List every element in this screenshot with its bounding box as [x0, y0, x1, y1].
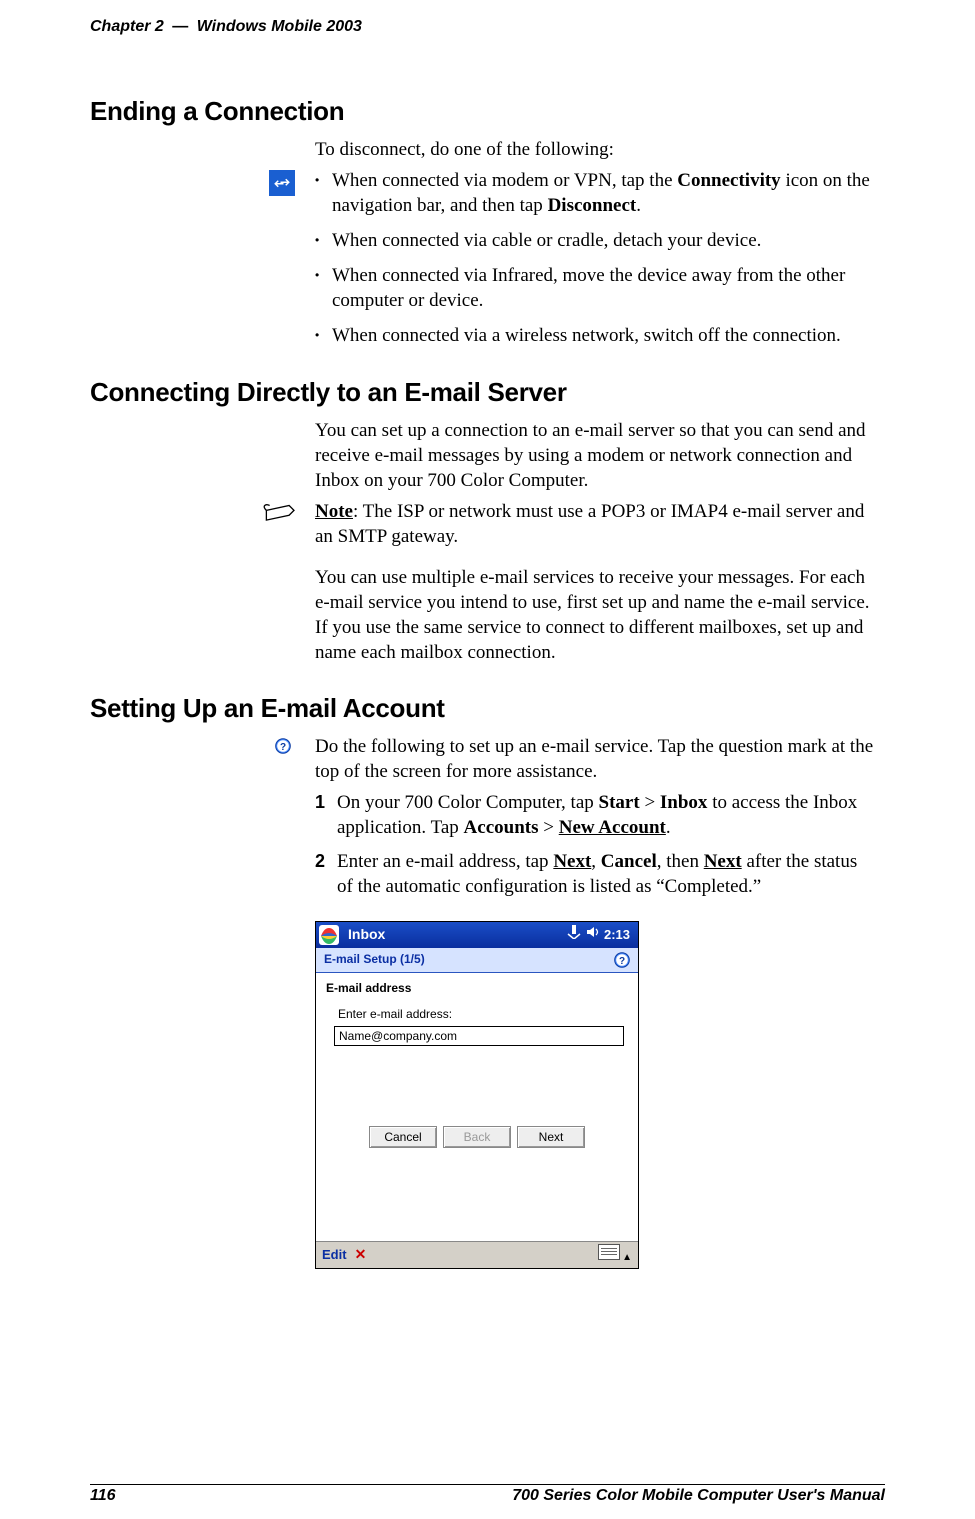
ending-bullet-2: When connected via cable or cradle, deta…	[315, 228, 875, 253]
setup-intro: Do the following to set up an e-mail ser…	[315, 734, 875, 784]
start-icon[interactable]	[318, 924, 340, 946]
ending-bullet-3: When connected via Infrared, move the de…	[315, 263, 875, 313]
manual-title: 700 Series Color Mobile Computer User's …	[512, 1487, 885, 1505]
page-number: 116	[90, 1487, 116, 1505]
volume-icon[interactable]	[586, 925, 600, 944]
help-icon: ?	[275, 736, 291, 752]
header-separator: —	[172, 18, 188, 35]
keyboard-icon[interactable]	[598, 1244, 620, 1260]
connecting-p2: You can use multiple e-mail services to …	[315, 565, 875, 665]
running-header: Chapter 2 — Windows Mobile 2003	[90, 18, 885, 36]
chapter-number: Chapter 2	[90, 18, 164, 35]
pda-form: E-mail address Enter e-mail address: Can…	[316, 973, 638, 1241]
ending-bullet-list: When connected via modem or VPN, tap the…	[315, 168, 875, 348]
signal-icon[interactable]	[566, 925, 582, 944]
note-icon	[261, 499, 301, 532]
heading-setting-up: Setting Up an E-mail Account	[90, 693, 885, 724]
pda-bottom-bar: Edit ✕ ▲	[316, 1241, 638, 1268]
connecting-p1: You can set up a connection to an e-mail…	[315, 418, 875, 493]
pda-sip-area[interactable]: ▲	[598, 1244, 632, 1265]
pda-screenshot: Inbox 2:13 E-mail Setup (1/5) ? E-mail a…	[315, 921, 639, 1269]
pda-app-title: Inbox	[348, 925, 385, 943]
pda-help-icon[interactable]: ?	[614, 952, 630, 968]
heading-connecting-directly: Connecting Directly to an E-mail Server	[90, 377, 885, 408]
email-field[interactable]	[334, 1026, 624, 1046]
sip-up-arrow-icon[interactable]: ▲	[622, 1252, 632, 1263]
ending-bullet-4: When connected via a wireless network, s…	[315, 323, 875, 348]
setup-step-2: Enter an e-mail address, tap Next, Cance…	[315, 849, 875, 899]
svg-text:?: ?	[280, 742, 286, 753]
setup-steps: On your 700 Color Computer, tap Start > …	[315, 790, 875, 898]
page-footer: 116 700 Series Color Mobile Computer Use…	[90, 1484, 885, 1505]
pda-edit-menu[interactable]: Edit	[322, 1246, 347, 1263]
pda-delete-icon[interactable]: ✕	[355, 1245, 367, 1263]
pda-cancel-button[interactable]: Cancel	[369, 1126, 437, 1148]
setup-step-1: On your 700 Color Computer, tap Start > …	[315, 790, 875, 840]
svg-text:?: ?	[619, 956, 625, 967]
chapter-title: Windows Mobile 2003	[197, 18, 362, 35]
connectivity-icon	[269, 170, 295, 196]
pda-subtitle-bar: E-mail Setup (1/5) ?	[316, 948, 638, 973]
email-label: Enter e-mail address:	[338, 1007, 628, 1023]
ending-intro: To disconnect, do one of the following:	[315, 137, 875, 162]
pda-setup-step-label: E-mail Setup (1/5)	[324, 952, 425, 968]
ending-bullet-1: When connected via modem or VPN, tap the…	[315, 168, 875, 218]
clock-time[interactable]: 2:13	[604, 926, 630, 943]
pda-next-button[interactable]: Next	[517, 1126, 585, 1148]
pda-back-button: Back	[443, 1126, 511, 1148]
pda-form-legend: E-mail address	[326, 981, 628, 997]
heading-ending-connection: Ending a Connection	[90, 96, 885, 127]
pda-titlebar: Inbox 2:13	[316, 922, 638, 948]
connecting-note: Note: The ISP or network must use a POP3…	[315, 499, 875, 549]
